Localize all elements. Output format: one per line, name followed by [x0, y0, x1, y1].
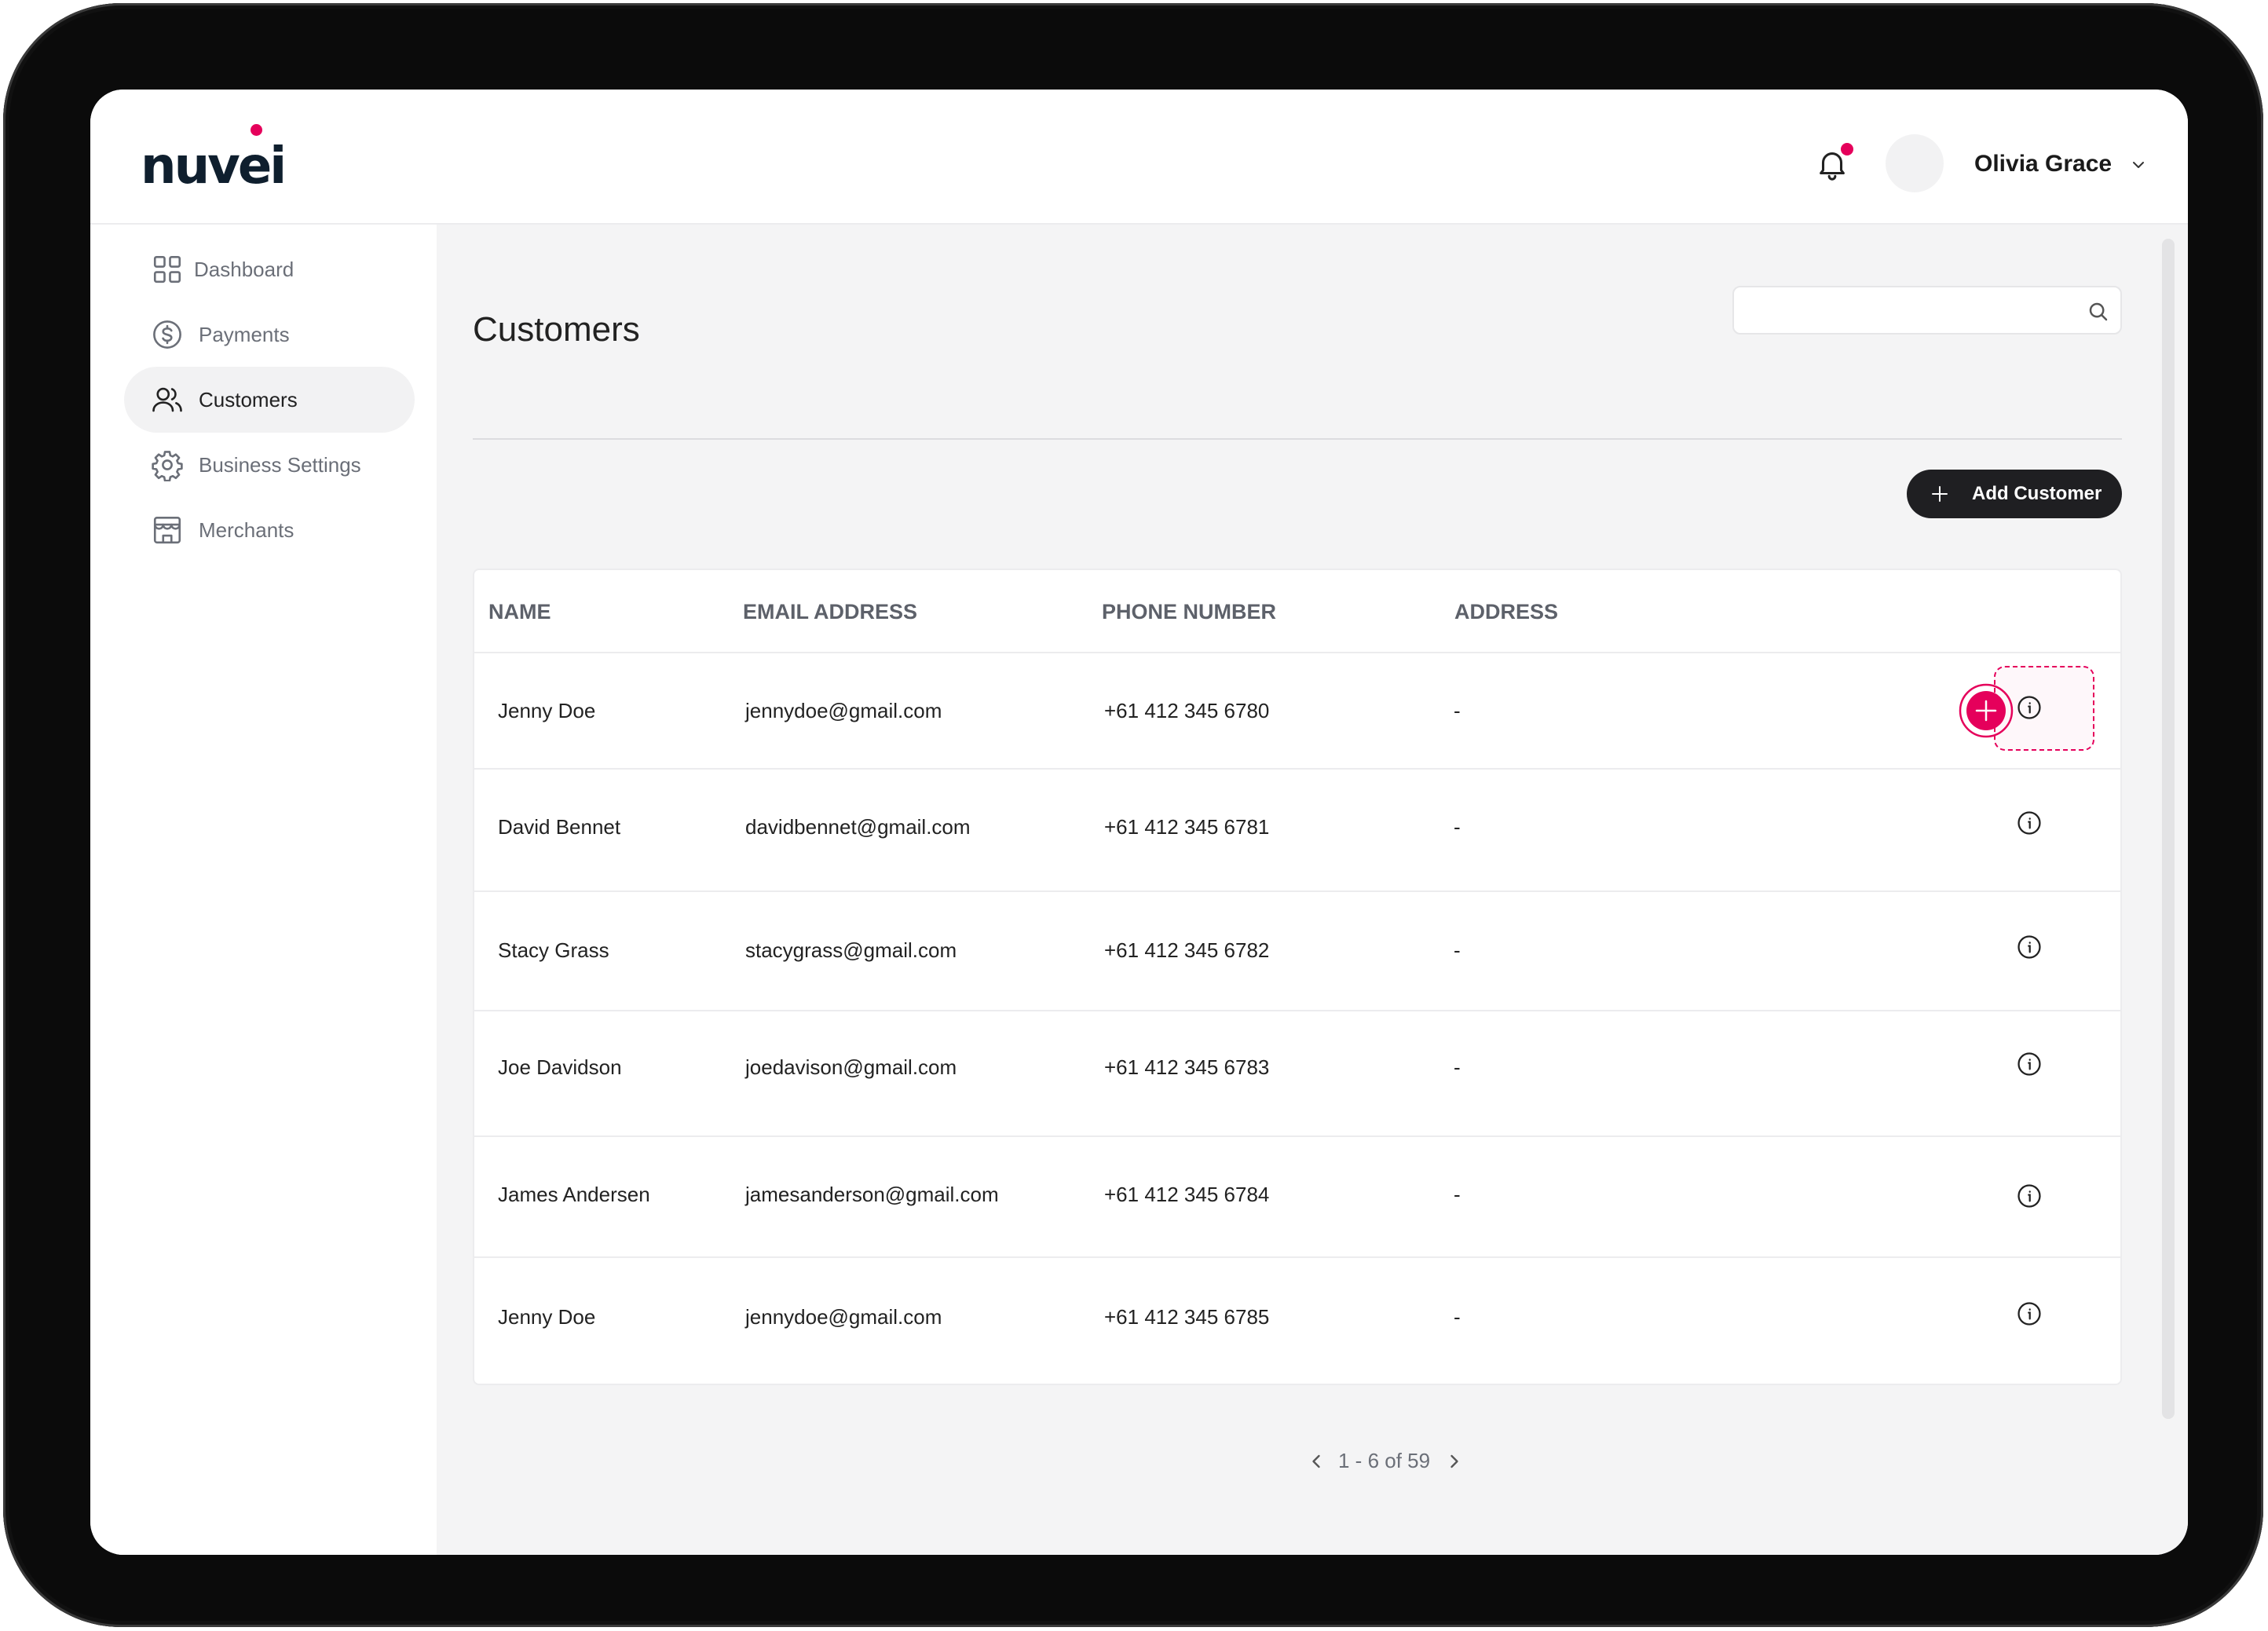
app-screen: nuvei Olivia Grace Dashboard Payments Cu…: [90, 90, 2188, 1555]
users-icon: [152, 387, 182, 412]
add-hotspot-icon[interactable]: [1959, 683, 2014, 738]
table-row[interactable]: Stacy Grass stacygrass@gmail.com +61 412…: [474, 890, 2120, 1011]
cell-email: jamesanderson@gmail.com: [745, 1183, 999, 1206]
chevron-left-icon[interactable]: [1305, 1450, 1327, 1472]
cell-name: James Andersen: [498, 1183, 650, 1206]
user-name[interactable]: Olivia Grace: [1974, 151, 2112, 177]
cell-phone: +61 412 345 6785: [1104, 1305, 1270, 1329]
cell-name: Joe Davidson: [498, 1055, 622, 1079]
cell-address: -: [1454, 1055, 1461, 1079]
sidebar-item-label: Dashboard: [194, 257, 294, 281]
title-divider: [473, 438, 2122, 440]
cell-phone: +61 412 345 6781: [1104, 815, 1270, 839]
sidebar-item-label: Merchants: [199, 517, 294, 542]
search-icon[interactable]: [2087, 300, 2110, 324]
logo-dot: [251, 124, 262, 136]
cell-email: jennydoe@gmail.com: [745, 1305, 942, 1329]
cell-name: Jenny Doe: [498, 1305, 596, 1329]
table-row[interactable]: David Bennet davidbennet@gmail.com +61 4…: [474, 768, 2120, 892]
cell-email: jennydoe@gmail.com: [745, 699, 942, 722]
column-header-phone[interactable]: PHONE NUMBER: [1102, 600, 1276, 624]
cell-phone: +61 412 345 6783: [1104, 1055, 1270, 1079]
cell-name: David Bennet: [498, 815, 621, 839]
sidebar: Dashboard Payments Customers Business Se…: [90, 225, 437, 1555]
cell-name: Stacy Grass: [498, 938, 609, 962]
cell-address: -: [1454, 1305, 1461, 1329]
table-row[interactable]: James Andersen jamesanderson@gmail.com +…: [474, 1135, 2120, 1258]
search-input[interactable]: [1745, 295, 2078, 328]
column-header-name[interactable]: NAME: [488, 600, 551, 624]
info-icon[interactable]: [2016, 1300, 2043, 1327]
cell-name: Jenny Doe: [498, 699, 596, 722]
search-box[interactable]: [1732, 286, 2122, 335]
scrollbar-thumb[interactable]: [2162, 239, 2175, 1419]
tablet-frame: nuvei Olivia Grace Dashboard Payments Cu…: [3, 3, 2263, 1627]
sidebar-item-label: Customers: [199, 387, 298, 411]
sidebar-item-customers[interactable]: Customers: [124, 367, 415, 433]
gear-icon: [152, 451, 183, 481]
info-icon[interactable]: [2016, 694, 2043, 721]
sidebar-item-payments[interactable]: Payments: [124, 302, 415, 368]
cell-address: -: [1454, 938, 1461, 962]
add-customer-label: Add Customer: [1972, 483, 2102, 504]
info-icon[interactable]: [2016, 1183, 2043, 1209]
cell-email: joedavison@gmail.com: [745, 1055, 957, 1079]
dollar-circle-icon: [153, 320, 181, 349]
pagination-status: 1 - 6 of 59: [1338, 1449, 1431, 1472]
customers-table: NAME EMAIL ADDRESS PHONE NUMBER ADDRESS …: [473, 569, 2122, 1385]
sidebar-item-label: Payments: [199, 322, 290, 346]
grid-icon: [153, 255, 181, 283]
chevron-down-icon[interactable]: [2127, 155, 2149, 174]
cell-address: -: [1454, 815, 1461, 839]
main-content: Customers Add Customer NAME EMAIL ADDRES…: [437, 225, 2188, 1555]
info-icon[interactable]: [2016, 810, 2043, 836]
table-row[interactable]: Joe Davidson joedavison@gmail.com +61 41…: [474, 1010, 2120, 1137]
sidebar-item-merchants[interactable]: Merchants: [124, 497, 415, 563]
cell-phone: +61 412 345 6780: [1104, 699, 1270, 722]
cell-phone: +61 412 345 6782: [1104, 938, 1270, 962]
cell-email: davidbennet@gmail.com: [745, 815, 971, 839]
table-row[interactable]: Jenny Doe jennydoe@gmail.com +61 412 345…: [474, 653, 2120, 770]
avatar[interactable]: [1886, 134, 1944, 192]
top-header: nuvei Olivia Grace: [90, 90, 2188, 225]
cell-address: -: [1454, 699, 1461, 722]
add-customer-button[interactable]: Add Customer: [1907, 470, 2122, 518]
notification-dot: [1841, 143, 1853, 155]
cell-address: -: [1454, 1183, 1461, 1206]
plus-icon: [1932, 486, 1948, 502]
column-header-address[interactable]: ADDRESS: [1454, 600, 1558, 624]
store-icon: [153, 516, 181, 544]
info-icon[interactable]: [2016, 1051, 2043, 1077]
table-row[interactable]: Jenny Doe jennydoe@gmail.com +61 412 345…: [474, 1256, 2120, 1384]
cell-email: stacygrass@gmail.com: [745, 938, 957, 962]
sidebar-item-dashboard[interactable]: Dashboard: [124, 236, 415, 302]
chevron-right-icon[interactable]: [1443, 1450, 1465, 1472]
nuvei-logo[interactable]: nuvei: [141, 124, 287, 196]
sidebar-item-business-settings[interactable]: Business Settings: [124, 432, 415, 498]
cell-phone: +61 412 345 6784: [1104, 1183, 1270, 1206]
column-header-email[interactable]: EMAIL ADDRESS: [743, 600, 917, 624]
info-icon[interactable]: [2016, 934, 2043, 960]
page-title: Customers: [473, 310, 640, 349]
logo-text: nuvei: [141, 137, 287, 196]
sidebar-item-label: Business Settings: [199, 452, 361, 477]
